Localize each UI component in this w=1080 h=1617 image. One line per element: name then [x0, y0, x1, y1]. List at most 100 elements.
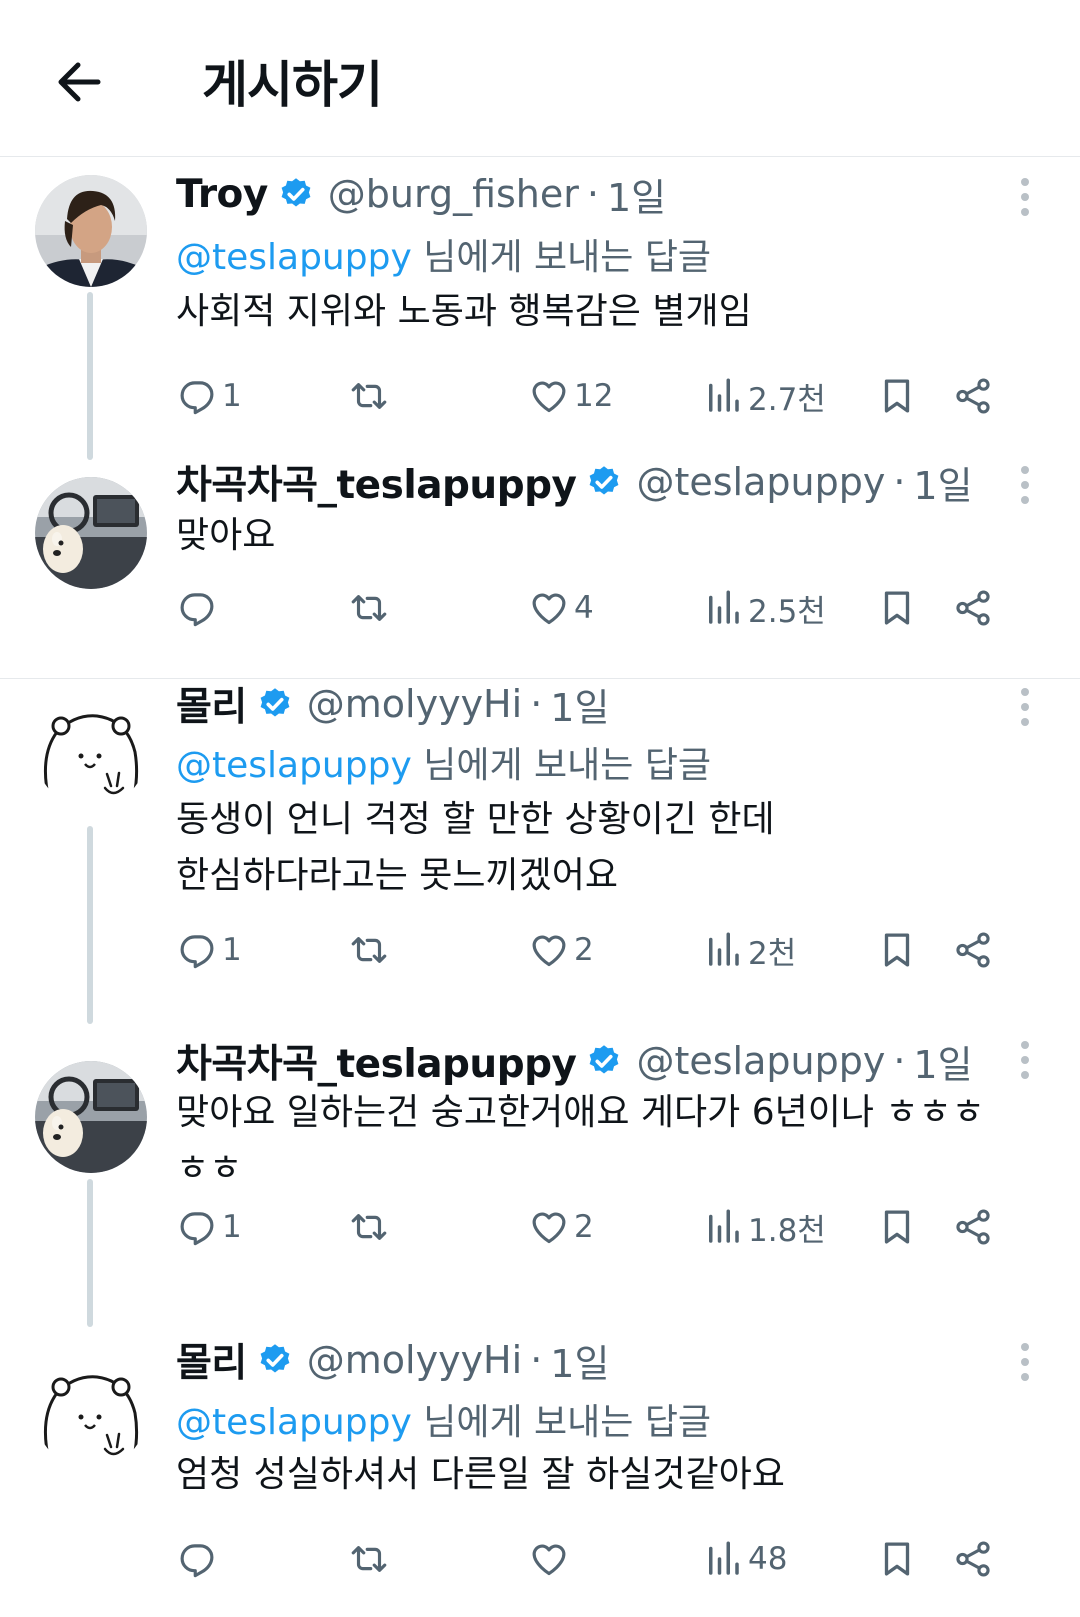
reply-count: 1 — [222, 932, 242, 968]
repost-button[interactable] — [348, 1197, 394, 1257]
reply-button[interactable]: 1 — [176, 920, 242, 980]
heart-icon — [532, 381, 566, 413]
separator-dot: · — [893, 1039, 906, 1083]
share-icon — [956, 1541, 990, 1577]
like-button[interactable]: 4 — [528, 578, 594, 638]
reply-icon — [180, 593, 214, 627]
heart-icon — [532, 1544, 566, 1576]
reply-button[interactable] — [176, 578, 222, 638]
action-bar: 1 2 2천 — [176, 920, 1046, 980]
views-count: 2.5천 — [748, 593, 826, 630]
bookmark-button[interactable] — [876, 1529, 918, 1589]
repost-button[interactable] — [348, 1529, 394, 1589]
share-button[interactable] — [952, 366, 994, 426]
avatar[interactable] — [35, 1061, 147, 1173]
display-name[interactable]: 몰리 — [176, 676, 247, 732]
bookmark-button[interactable] — [876, 920, 918, 980]
reply-button[interactable]: 1 — [176, 366, 242, 426]
user-handle[interactable]: @teslapuppy — [636, 460, 885, 504]
avatar[interactable] — [35, 696, 147, 808]
mention-link[interactable]: @teslapuppy — [176, 745, 412, 786]
thread-line — [87, 292, 93, 460]
replying-to: @teslapuppy 님에게 보내는 답글 — [176, 228, 711, 280]
tweet[interactable]: 몰리 @molyyyHi · 1일 @teslapuppy 님에게 보내는 답글… — [0, 682, 1080, 1027]
avatar[interactable] — [35, 1357, 147, 1469]
avatar[interactable] — [35, 477, 147, 589]
page-title: 게시하기 — [202, 56, 383, 114]
repost-button[interactable] — [348, 920, 394, 980]
more-vertical-icon — [1021, 1041, 1029, 1079]
views-count: 1.8천 — [748, 1212, 826, 1249]
user-handle[interactable]: @burg_fisher — [328, 172, 579, 216]
repost-icon — [351, 595, 387, 621]
timestamp[interactable]: 1일 — [550, 1333, 609, 1388]
mention-link[interactable]: @teslapuppy — [176, 1402, 412, 1443]
timestamp[interactable]: 1일 — [550, 677, 609, 732]
reply-button[interactable] — [176, 1529, 222, 1589]
repost-button[interactable] — [348, 578, 394, 638]
like-button[interactable] — [528, 1529, 574, 1589]
repost-icon — [351, 383, 387, 409]
more-vertical-icon — [1021, 1343, 1029, 1381]
more-options-button[interactable] — [1010, 172, 1040, 222]
reply-button[interactable]: 1 — [176, 1197, 242, 1257]
tweet[interactable]: 차곡차곡_teslapuppy @teslapuppy · 1일 맞아요 일하는… — [0, 1027, 1080, 1327]
bookmark-button[interactable] — [876, 1197, 918, 1257]
more-options-button[interactable] — [1010, 1337, 1040, 1387]
views-button[interactable]: 1.8천 — [702, 1197, 826, 1257]
replying-to-label: 님에게 보내는 답글 — [411, 1402, 712, 1443]
views-chart-icon — [709, 378, 739, 412]
separator-dot: · — [586, 172, 599, 216]
reply-icon — [180, 935, 214, 969]
reply-icon — [180, 1212, 214, 1246]
more-options-button[interactable] — [1010, 1035, 1040, 1085]
verified-badge-icon — [281, 178, 311, 207]
repost-icon — [351, 1214, 387, 1240]
views-button[interactable]: 2.5천 — [702, 578, 826, 638]
share-button[interactable] — [952, 1197, 994, 1257]
bookmark-button[interactable] — [876, 578, 918, 638]
bookmark-button[interactable] — [876, 366, 918, 426]
display-name[interactable]: 차곡차곡_teslapuppy — [176, 454, 577, 510]
share-button[interactable] — [952, 578, 994, 638]
back-button[interactable] — [50, 52, 110, 112]
reply-count: 1 — [222, 1209, 242, 1245]
action-bar: 4 2.5천 — [176, 578, 1046, 638]
tweet[interactable]: Troy @burg_fisher · 1일 @teslapuppy 님에게 보… — [0, 160, 1080, 460]
share-icon — [956, 378, 990, 414]
repost-icon — [351, 937, 387, 963]
more-options-button[interactable] — [1010, 460, 1040, 510]
display-name[interactable]: 몰리 — [176, 1332, 247, 1388]
like-button[interactable]: 2 — [528, 1197, 594, 1257]
reply-count: 1 — [222, 378, 242, 414]
avatar[interactable] — [35, 175, 147, 287]
views-button[interactable]: 48 — [702, 1529, 787, 1589]
bookmark-icon — [884, 1542, 910, 1576]
mention-link[interactable]: @teslapuppy — [176, 237, 412, 278]
repost-icon — [351, 1546, 387, 1572]
repost-button[interactable] — [348, 366, 394, 426]
timestamp[interactable]: 1일 — [607, 167, 666, 222]
timestamp[interactable]: 1일 — [913, 455, 972, 510]
action-bar: 48 — [176, 1529, 1046, 1589]
tweet-text: 동생이 언니 걱정 할 만한 상황이긴 한데 한심하다라고는 못느끼겠어요 — [176, 799, 775, 896]
share-button[interactable] — [952, 1529, 994, 1589]
user-handle[interactable]: @teslapuppy — [636, 1039, 885, 1083]
timestamp[interactable]: 1일 — [913, 1034, 972, 1089]
views-count: 2천 — [748, 935, 797, 972]
display-name[interactable]: Troy — [176, 172, 268, 217]
views-button[interactable]: 2.7천 — [702, 366, 826, 426]
display-name[interactable]: 차곡차곡_teslapuppy — [176, 1033, 577, 1089]
replying-to-label: 님에게 보내는 답글 — [411, 745, 712, 786]
views-button[interactable]: 2천 — [702, 920, 796, 980]
like-button[interactable]: 2 — [528, 920, 594, 980]
user-handle[interactable]: @molyyyHi — [307, 682, 522, 726]
top-bar: 게시하기 — [0, 0, 1080, 157]
tweet[interactable]: 몰리 @molyyyHi · 1일 @teslapuppy 님에게 보내는 답글… — [0, 1327, 1080, 1617]
tweet-text: 맞아요 — [176, 515, 276, 556]
share-button[interactable] — [952, 920, 994, 980]
user-handle[interactable]: @molyyyHi — [307, 1338, 522, 1382]
more-options-button[interactable] — [1010, 682, 1040, 732]
tweet[interactable]: 차곡차곡_teslapuppy @teslapuppy · 1일 맞아요 4 2… — [0, 460, 1080, 675]
like-button[interactable]: 12 — [528, 366, 613, 426]
